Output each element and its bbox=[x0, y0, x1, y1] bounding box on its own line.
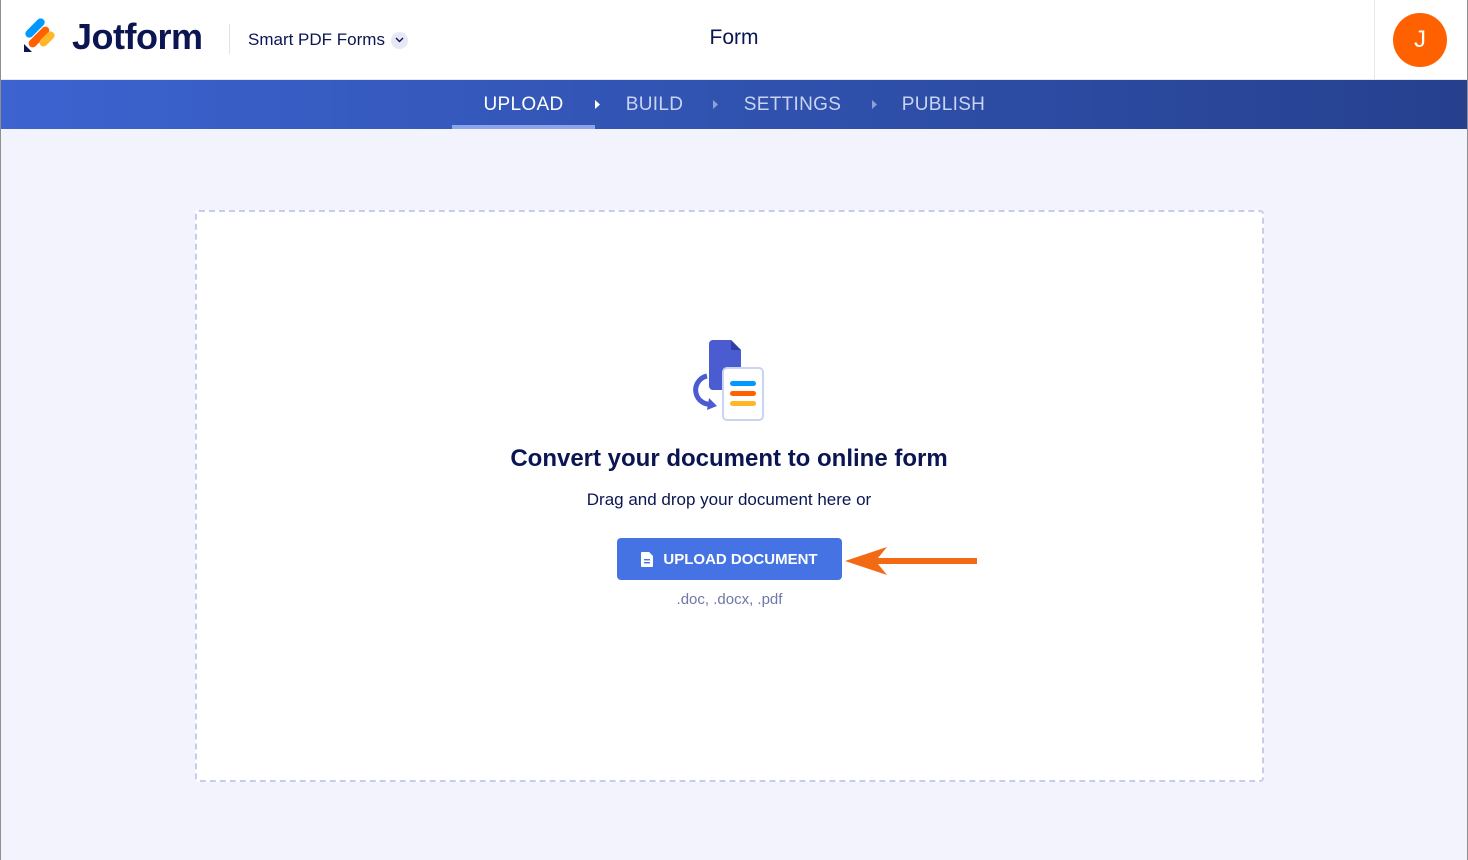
page-title: Form bbox=[709, 26, 759, 49]
nav-arrow-icon bbox=[872, 100, 877, 109]
user-avatar[interactable]: J bbox=[1393, 13, 1447, 67]
nav-arrow-icon bbox=[713, 100, 718, 109]
accepted-formats: .doc, .docx, .pdf bbox=[676, 591, 783, 608]
tab-settings[interactable]: SETTINGS bbox=[734, 80, 851, 129]
header: Jotform Smart PDF Forms Form J bbox=[0, 0, 1468, 80]
active-tab-indicator bbox=[452, 125, 595, 129]
dropzone-headline: Convert your document to online form bbox=[510, 445, 948, 472]
scrollbar[interactable] bbox=[1458, 129, 1468, 860]
step-navigation: UPLOAD BUILD SETTINGS PUBLISH bbox=[0, 80, 1468, 129]
annotation-arrow-icon bbox=[845, 547, 977, 575]
avatar-area: J bbox=[1374, 0, 1468, 80]
upload-document-button[interactable]: UPLOAD DOCUMENT bbox=[617, 538, 842, 580]
tab-publish[interactable]: PUBLISH bbox=[893, 80, 994, 129]
document-convert-icon bbox=[693, 340, 764, 421]
tab-upload[interactable]: UPLOAD bbox=[452, 80, 595, 129]
nav-arrow-icon bbox=[595, 100, 600, 109]
dropzone-subline: Drag and drop your document here or bbox=[586, 490, 872, 509]
file-icon bbox=[641, 551, 654, 567]
upload-document-label: UPLOAD DOCUMENT bbox=[663, 550, 818, 568]
tab-build[interactable]: BUILD bbox=[616, 80, 693, 129]
